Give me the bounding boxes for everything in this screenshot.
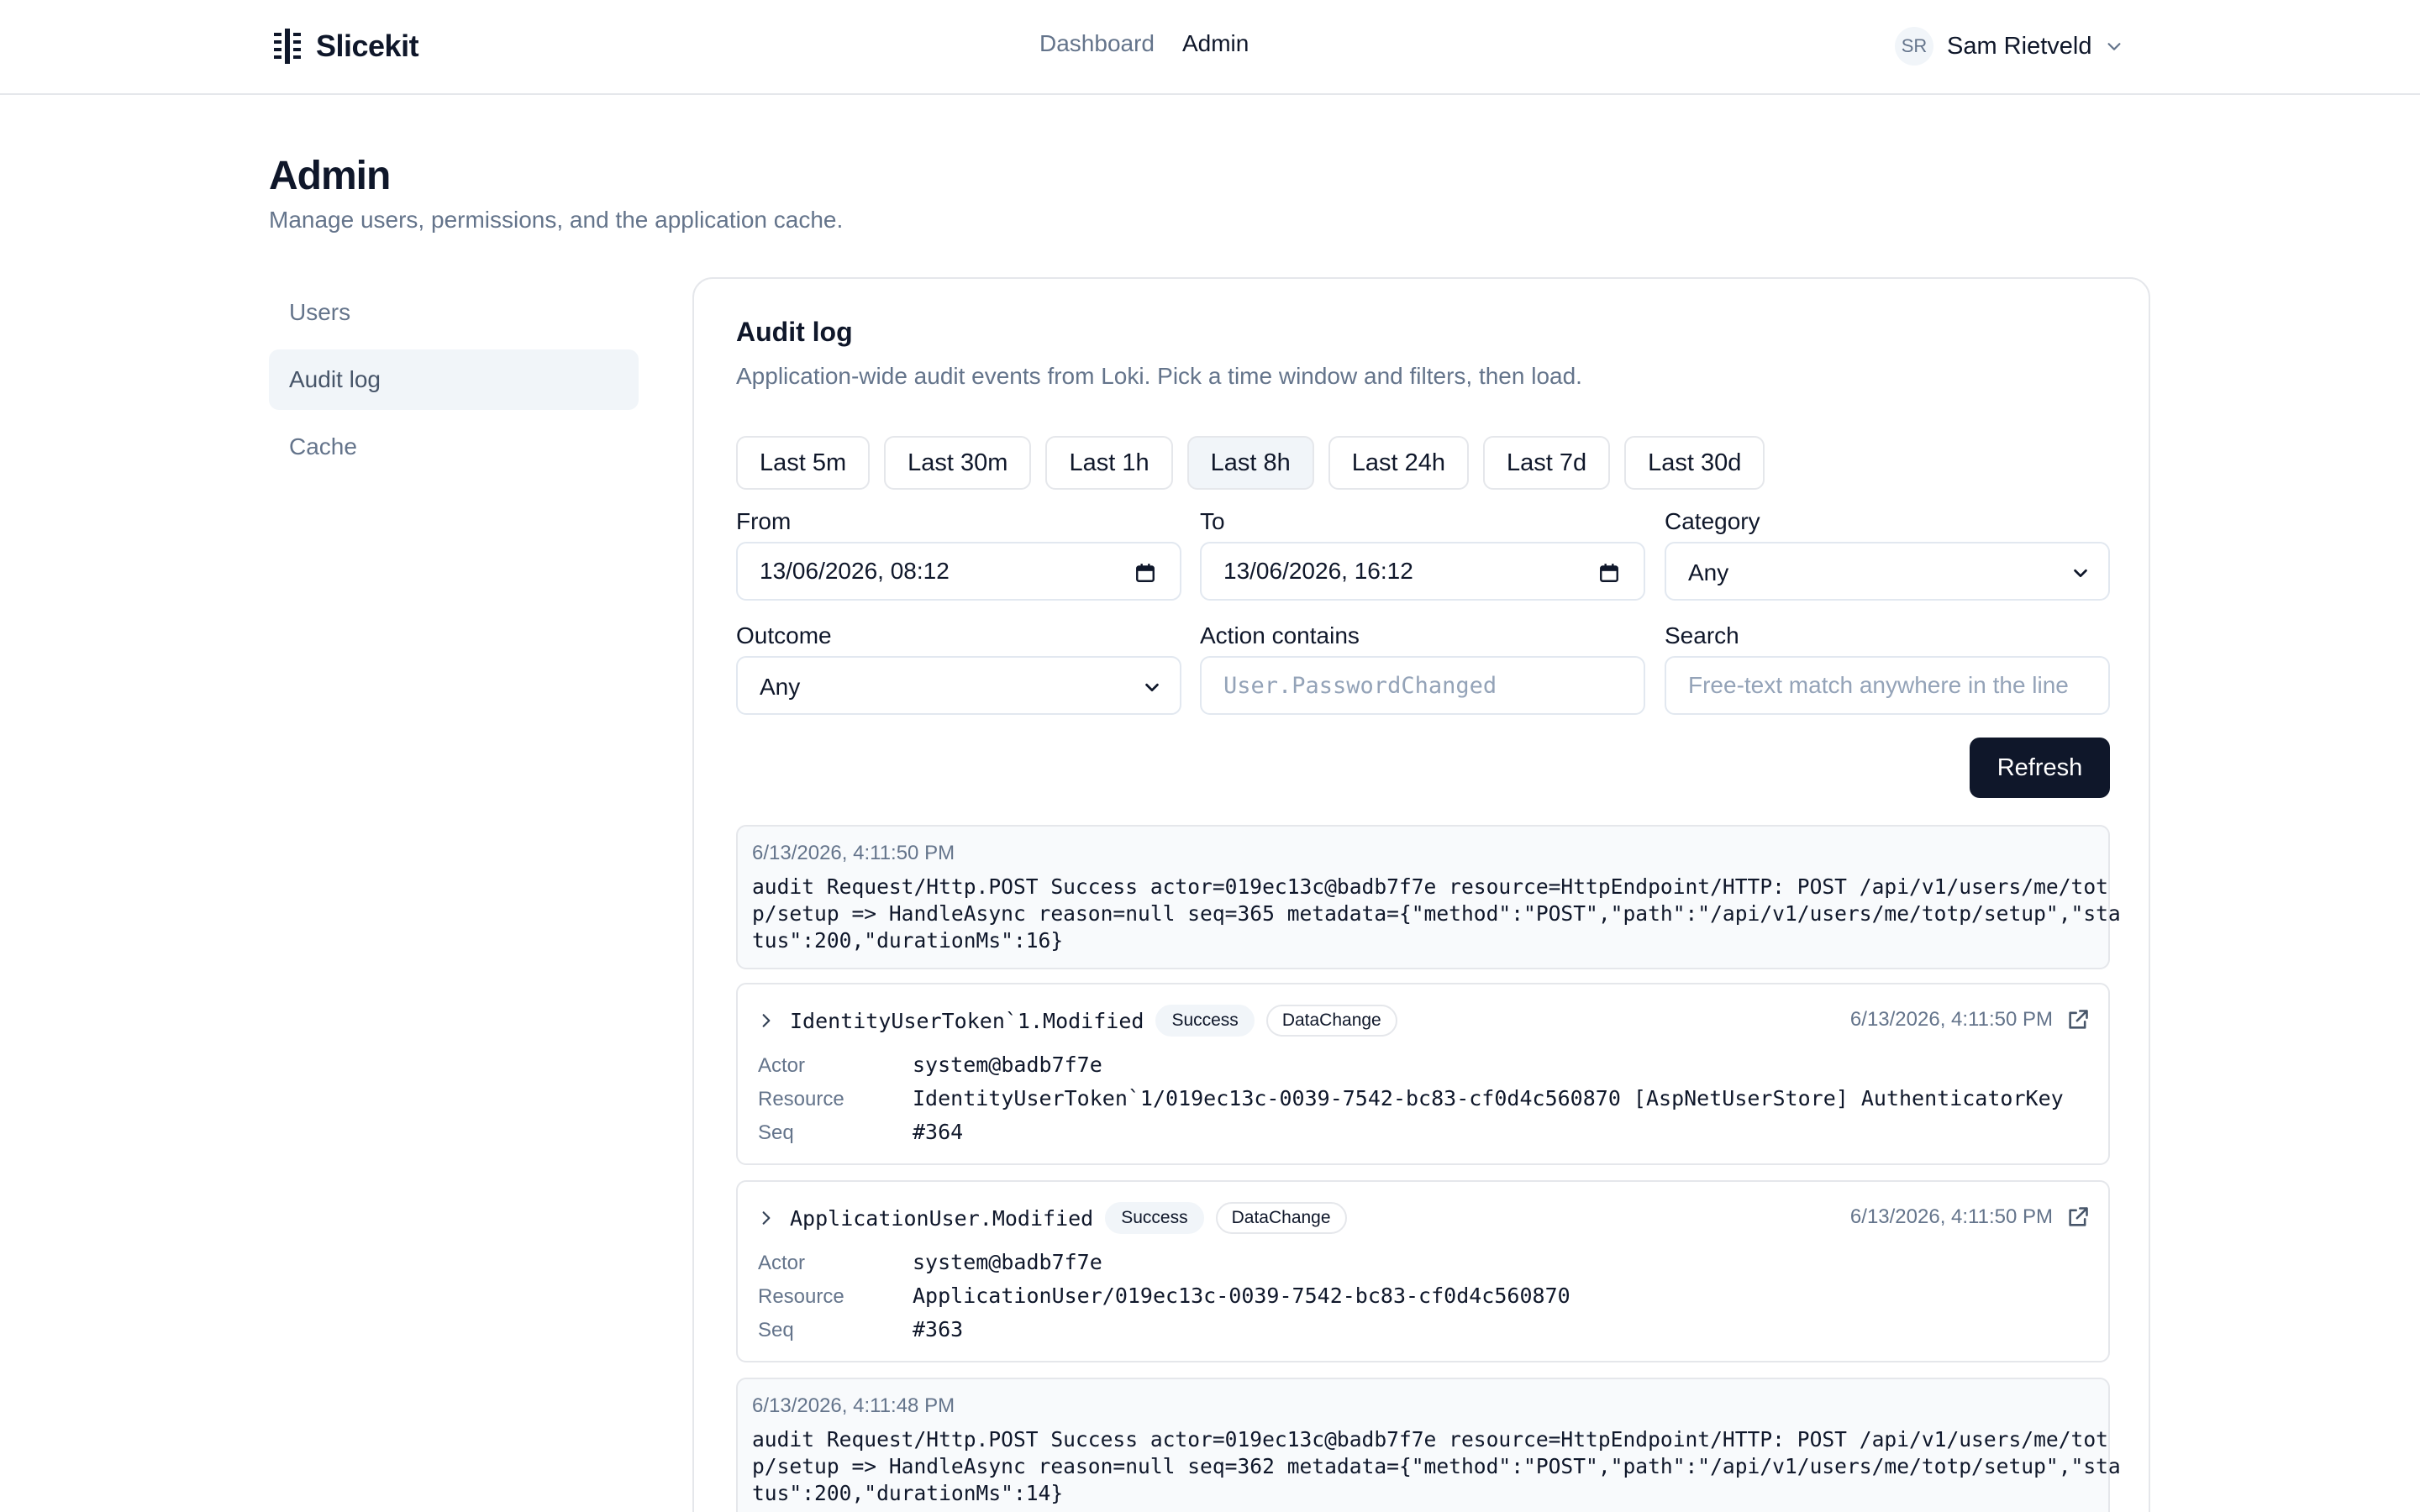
resource-label: Resource	[758, 1285, 844, 1308]
log-entry-meta: 6/13/2026, 4:11:50 PM	[1850, 1205, 2090, 1229]
log-entry-line: p/setup => HandleAsync reason=null seq=3…	[752, 1454, 2121, 1478]
avatar: SR	[1895, 27, 1933, 66]
log-entry-line: p/setup => HandleAsync reason=null seq=3…	[752, 901, 2121, 926]
log-entry-raw: 6/13/2026, 4:11:50 PM audit Request/Http…	[736, 825, 2121, 969]
card-title: Audit log	[736, 317, 853, 347]
log-entry-line: audit Request/Http.POST Success actor=01…	[752, 874, 2108, 899]
from-datetime-input[interactable]: 13/06/2026, 08:12	[736, 542, 1181, 601]
actor-label: Actor	[758, 1252, 806, 1274]
seq-label: Seq	[758, 1121, 794, 1144]
seq-value: #364	[913, 1120, 964, 1144]
actor-label: Actor	[758, 1054, 806, 1077]
seq-label: Seq	[758, 1319, 794, 1341]
range-last-7d-button[interactable]: Last 7d	[1483, 436, 1611, 490]
user-menu[interactable]: SR Sam Rietveld	[1895, 27, 2123, 66]
sidebar-item-cache[interactable]: Cache	[269, 417, 639, 477]
status-badge: Success	[1105, 1202, 1204, 1234]
category-badge: DataChange	[1215, 1202, 1347, 1234]
chevron-right-icon[interactable]	[758, 1210, 775, 1226]
resource-value: IdentityUserToken`1/019ec13c-0039-7542-b…	[913, 1086, 2064, 1110]
nav-admin[interactable]: Admin	[1182, 30, 1249, 57]
range-last-24h-button[interactable]: Last 24h	[1328, 436, 1470, 490]
chevron-down-icon	[2074, 569, 2087, 578]
refresh-button[interactable]: Refresh	[1970, 738, 2110, 798]
time-range-presets: Last 5m Last 30m Last 1h Last 8h Last 24…	[736, 436, 1765, 490]
outcome-value: Any	[760, 673, 801, 700]
chevron-right-icon[interactable]	[758, 1012, 775, 1029]
chevron-down-icon	[1145, 683, 1159, 692]
calendar-icon	[1600, 564, 1618, 582]
range-last-30m-button[interactable]: Last 30m	[884, 436, 1032, 490]
log-entry-raw: 6/13/2026, 4:11:48 PM audit Request/Http…	[736, 1378, 2121, 1512]
log-entry-header: ApplicationUser.Modified Success DataCha…	[758, 1202, 1347, 1234]
log-entry-time: 6/13/2026, 4:11:50 PM	[1849, 1205, 2053, 1228]
range-last-5m-button[interactable]: Last 5m	[736, 436, 871, 490]
actor-value: system@badb7f7e	[913, 1053, 1102, 1077]
top-nav: Dashboard Admin	[1039, 30, 1249, 57]
log-entry-action: ApplicationUser.Modified	[790, 1205, 1094, 1231]
brand[interactable]: Slicekit	[271, 25, 419, 67]
nav-dashboard[interactable]: Dashboard	[1039, 30, 1155, 57]
log-entry-line: audit Request/Http.POST Success actor=01…	[752, 1427, 2108, 1452]
search-label: Search	[1665, 622, 1739, 648]
to-value: 13/06/2026, 16:12	[1223, 558, 1413, 584]
search-input[interactable]: Free-text match anywhere in the line	[1665, 656, 2110, 715]
admin-sidebar: Users Audit log Cache	[269, 282, 639, 484]
from-label: From	[736, 508, 792, 534]
category-badge: DataChange	[1265, 1005, 1397, 1037]
page-subtitle: Manage users, permissions, and the appli…	[269, 207, 844, 233]
actor-value: system@badb7f7e	[913, 1250, 1102, 1274]
status-badge: Success	[1155, 1005, 1255, 1037]
log-entry-line: tus":200,"durationMs":16}	[752, 928, 1064, 953]
chevron-down-icon	[2107, 43, 2121, 50]
audit-log-card: Audit log Application-wide audit events …	[692, 277, 2150, 1512]
log-entry-line: tus":200,"durationMs":14}	[752, 1481, 1064, 1505]
outcome-select[interactable]: Any	[736, 656, 1181, 715]
log-entry-meta: 6/13/2026, 4:11:50 PM	[1850, 1008, 2090, 1032]
slicekit-logo-icon	[274, 29, 301, 64]
sidebar-item-users[interactable]: Users	[269, 282, 639, 343]
card-subtitle: Application-wide audit events from Loki.…	[736, 363, 1582, 389]
resource-value: ApplicationUser/019ec13c-0039-7542-bc83-…	[913, 1284, 1570, 1308]
log-entry-time: 6/13/2026, 4:11:48 PM	[752, 1394, 955, 1417]
range-last-8h-button[interactable]: Last 8h	[1186, 436, 1314, 490]
log-entry-header: IdentityUserToken`1.Modified Success Dat…	[758, 1005, 1397, 1037]
category-select[interactable]: Any	[1665, 542, 2110, 601]
to-label: To	[1200, 508, 1225, 534]
user-name: Sam Rietveld	[1947, 32, 2092, 60]
resource-label: Resource	[758, 1088, 844, 1110]
action-contains-placeholder: User.PasswordChanged	[1223, 672, 1497, 699]
calendar-icon	[1136, 564, 1155, 582]
log-entry-time: 6/13/2026, 4:11:50 PM	[1849, 1008, 2053, 1031]
action-contains-label: Action contains	[1200, 622, 1360, 648]
to-datetime-input[interactable]: 13/06/2026, 16:12	[1200, 542, 1645, 601]
page-title: Admin	[269, 154, 391, 198]
log-entry-event: IdentityUserToken`1.Modified Success Dat…	[736, 983, 2110, 1165]
search-placeholder: Free-text match anywhere in the line	[1688, 672, 2069, 698]
brand-name: Slicekit	[316, 29, 419, 63]
seq-value: #363	[913, 1317, 964, 1341]
external-link-icon[interactable]	[2066, 1008, 2090, 1032]
log-entry-event: ApplicationUser.Modified Success DataCha…	[736, 1180, 2110, 1362]
outcome-label: Outcome	[736, 622, 832, 648]
sidebar-item-audit-log[interactable]: Audit log	[269, 349, 639, 410]
category-label: Category	[1665, 508, 1760, 534]
range-last-1h-button[interactable]: Last 1h	[1045, 436, 1173, 490]
external-link-icon[interactable]	[2066, 1205, 2090, 1229]
from-value: 13/06/2026, 08:12	[760, 558, 950, 584]
top-bar: Slicekit Dashboard Admin SR Sam Rietveld	[0, 0, 2420, 95]
action-contains-input[interactable]: User.PasswordChanged	[1200, 656, 1645, 715]
log-entry-time: 6/13/2026, 4:11:50 PM	[752, 842, 955, 864]
log-entry-action: IdentityUserToken`1.Modified	[790, 1008, 1144, 1033]
category-value: Any	[1688, 559, 1729, 585]
range-last-30d-button[interactable]: Last 30d	[1624, 436, 1765, 490]
